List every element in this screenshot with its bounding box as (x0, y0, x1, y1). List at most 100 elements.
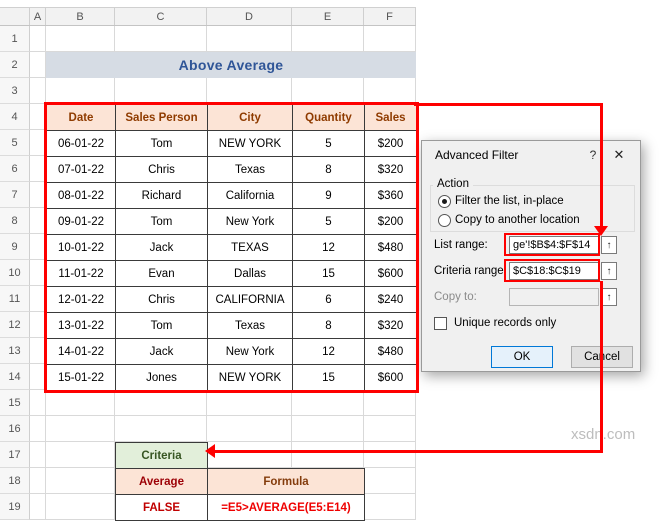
table-cell[interactable]: CALIFORNIA (208, 287, 293, 313)
table-cell[interactable]: $200 (365, 209, 417, 235)
table-cell[interactable]: 5 (293, 131, 365, 157)
row-header-15[interactable]: 15 (0, 390, 30, 416)
table-cell[interactable]: New York (208, 339, 293, 365)
table-cell[interactable]: NEW YORK (208, 365, 293, 391)
table-cell[interactable]: California (208, 183, 293, 209)
column-header-A[interactable]: A (30, 8, 46, 25)
table-cell[interactable]: Tom (116, 131, 208, 157)
table-cell[interactable]: Tom (116, 209, 208, 235)
row-header-14[interactable]: 14 (0, 364, 30, 390)
table-cell[interactable]: $200 (365, 131, 417, 157)
table-header-cell[interactable]: City (208, 105, 293, 131)
table-cell[interactable]: 14-01-22 (47, 339, 116, 365)
row-header-19[interactable]: 19 (0, 494, 30, 520)
table-cell[interactable]: Chris (116, 157, 208, 183)
table-cell[interactable]: Texas (208, 157, 293, 183)
help-icon[interactable]: ? (582, 148, 604, 162)
table-header-cell[interactable]: Date (47, 105, 116, 131)
table-cell[interactable]: Tom (116, 313, 208, 339)
row-header-11[interactable]: 11 (0, 286, 30, 312)
cancel-button[interactable]: Cancel (571, 346, 633, 368)
table-cell[interactable]: 09-01-22 (47, 209, 116, 235)
table-cell[interactable]: 12 (293, 235, 365, 261)
table-cell[interactable]: 8 (293, 157, 365, 183)
row-header-17[interactable]: 17 (0, 442, 30, 468)
row-header-10[interactable]: 10 (0, 260, 30, 286)
row-header-12[interactable]: 12 (0, 312, 30, 338)
table-cell[interactable]: 13-01-22 (47, 313, 116, 339)
ok-button[interactable]: OK (491, 346, 553, 368)
criteria-field-cell[interactable]: Average (115, 468, 208, 495)
table-cell[interactable]: $320 (365, 157, 417, 183)
table-cell[interactable]: 5 (293, 209, 365, 235)
table-cell[interactable]: NEW YORK (208, 131, 293, 157)
table-cell[interactable]: TEXAS (208, 235, 293, 261)
table-cell[interactable]: $480 (365, 235, 417, 261)
unique-records-label[interactable]: Unique records only (454, 317, 556, 329)
table-cell[interactable]: 11-01-22 (47, 261, 116, 287)
table-cell[interactable]: 08-01-22 (47, 183, 116, 209)
row-header-7[interactable]: 7 (0, 182, 30, 208)
table-cell[interactable]: 07-01-22 (47, 157, 116, 183)
table-cell[interactable]: Jack (116, 235, 208, 261)
column-header-D[interactable]: D (207, 8, 292, 25)
row-header-3[interactable]: 3 (0, 78, 30, 104)
unique-records-checkbox[interactable] (434, 317, 447, 330)
formula-text-cell[interactable]: =E5>AVERAGE(E5:E14) (207, 494, 365, 521)
radio-copy-to-location[interactable] (438, 214, 451, 227)
table-cell[interactable]: 8 (293, 313, 365, 339)
list-range-selector-icon[interactable]: ↑ (601, 236, 617, 254)
column-header-B[interactable]: B (46, 8, 115, 25)
table-cell[interactable]: 10-01-22 (47, 235, 116, 261)
radio-copy-to-location-label[interactable]: Copy to another location (455, 214, 580, 226)
table-cell[interactable]: $320 (365, 313, 417, 339)
table-cell[interactable]: $360 (365, 183, 417, 209)
close-icon[interactable]: ✕ (604, 144, 634, 166)
table-cell[interactable]: 15-01-22 (47, 365, 116, 391)
row-header-13[interactable]: 13 (0, 338, 30, 364)
row-header-5[interactable]: 5 (0, 130, 30, 156)
table-cell[interactable]: 9 (293, 183, 365, 209)
table-cell[interactable]: $600 (365, 261, 417, 287)
row-header-1[interactable]: 1 (0, 26, 30, 52)
title-banner-cell[interactable]: Above Average (46, 52, 416, 78)
table-cell[interactable]: Dallas (208, 261, 293, 287)
row-header-4[interactable]: 4 (0, 104, 30, 130)
table-cell[interactable]: $480 (365, 339, 417, 365)
select-all-corner[interactable] (0, 8, 30, 25)
list-range-input[interactable]: ge'!$B$4:$F$14 (509, 236, 599, 254)
table-header-cell[interactable]: Sales Person (116, 105, 208, 131)
criteria-range-input[interactable]: $C$18:$C$19 (509, 262, 599, 280)
formula-header-cell[interactable]: Formula (207, 468, 365, 495)
table-header-cell[interactable]: Quantity (293, 105, 365, 131)
row-header-6[interactable]: 6 (0, 156, 30, 182)
table-cell[interactable]: $240 (365, 287, 417, 313)
row-header-2[interactable]: 2 (0, 52, 30, 78)
table-cell[interactable]: Evan (116, 261, 208, 287)
row-header-18[interactable]: 18 (0, 468, 30, 494)
criteria-range-selector-icon[interactable]: ↑ (601, 262, 617, 280)
table-cell[interactable]: 12 (293, 339, 365, 365)
table-cell[interactable]: 12-01-22 (47, 287, 116, 313)
table-cell[interactable]: Chris (116, 287, 208, 313)
copy-to-selector-icon[interactable]: ↑ (601, 288, 617, 306)
table-cell[interactable]: Jones (116, 365, 208, 391)
row-header-9[interactable]: 9 (0, 234, 30, 260)
table-cell[interactable]: Richard (116, 183, 208, 209)
dialog-title-bar[interactable]: Advanced Filter ? ✕ (422, 141, 640, 169)
table-cell[interactable]: 06-01-22 (47, 131, 116, 157)
radio-filter-in-place[interactable] (438, 195, 451, 208)
column-header-C[interactable]: C (115, 8, 207, 25)
row-header-16[interactable]: 16 (0, 416, 30, 442)
radio-filter-in-place-label[interactable]: Filter the list, in-place (455, 195, 564, 207)
column-header-F[interactable]: F (364, 8, 416, 25)
table-cell[interactable]: 15 (293, 365, 365, 391)
table-header-cell[interactable]: Sales (365, 105, 417, 131)
column-header-E[interactable]: E (292, 8, 364, 25)
table-cell[interactable]: New York (208, 209, 293, 235)
criteria-value-cell[interactable]: FALSE (115, 494, 208, 521)
table-cell[interactable]: 15 (293, 261, 365, 287)
criteria-header-cell[interactable]: Criteria (115, 442, 208, 469)
table-cell[interactable]: 6 (293, 287, 365, 313)
table-cell[interactable]: $600 (365, 365, 417, 391)
